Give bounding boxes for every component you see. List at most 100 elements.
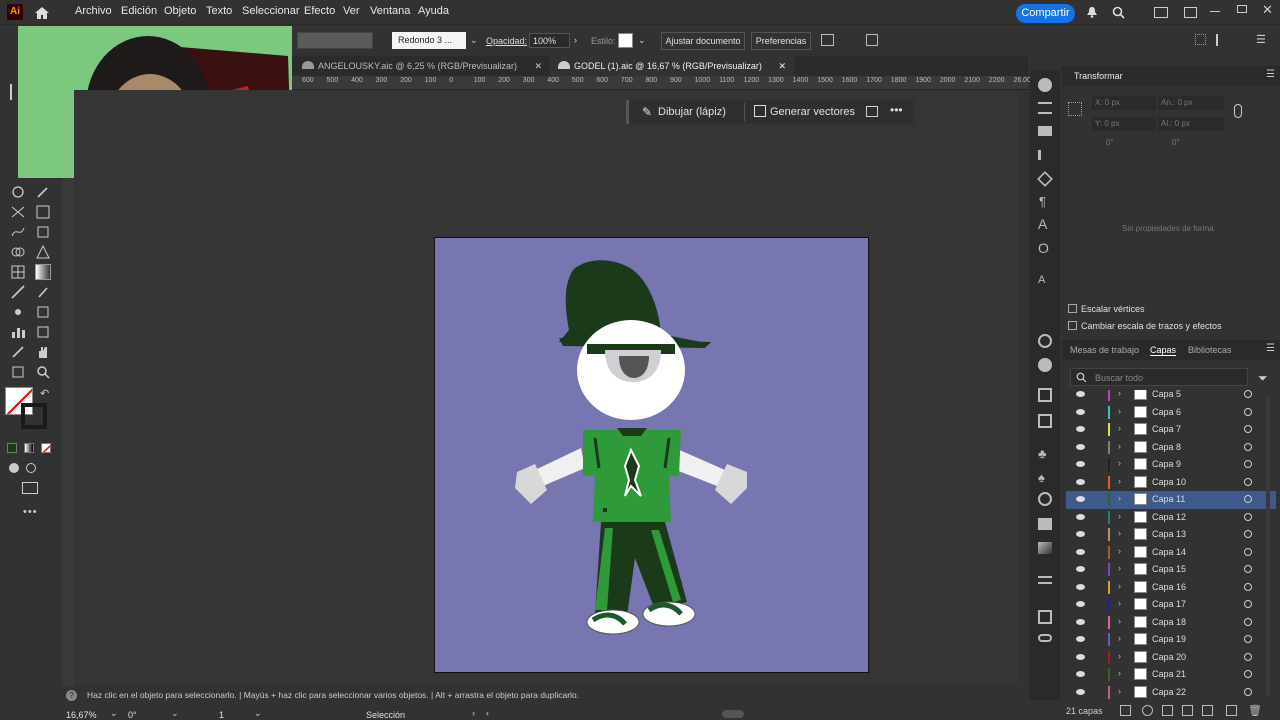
swap-colors-icon[interactable]: ↶ <box>40 387 49 400</box>
transform-icon[interactable] <box>1038 414 1052 428</box>
layer-row[interactable]: › Capa 9 <box>1066 456 1276 474</box>
3d-icon[interactable] <box>1037 171 1053 187</box>
tab-artboards[interactable]: Mesas de trabajo <box>1070 345 1139 355</box>
locate-object-icon[interactable] <box>1142 705 1153 716</box>
brushes-icon[interactable]: ♠ <box>1038 470 1045 485</box>
target-icon[interactable] <box>1244 512 1252 521</box>
color-mode-icon[interactable] <box>7 443 17 453</box>
arrange-icon[interactable] <box>821 34 834 46</box>
menu-efecto[interactable]: Efecto <box>304 5 335 17</box>
panel-menu-icon[interactable]: ☰ <box>1266 343 1275 354</box>
print-tiling-icon[interactable] <box>10 364 26 380</box>
chevron-right-icon[interactable]: › <box>1118 598 1121 608</box>
drag-handle[interactable] <box>626 100 629 124</box>
chevron-right-icon[interactable]: › <box>1118 406 1121 416</box>
glyph-icon[interactable]: O <box>1038 240 1049 256</box>
menu-ventana[interactable]: Ventana <box>370 5 410 17</box>
target-icon[interactable] <box>1244 687 1252 696</box>
appearance-icon[interactable] <box>1038 334 1052 348</box>
layer-row[interactable]: › Capa 5 <box>1066 390 1276 404</box>
target-icon[interactable] <box>1244 425 1252 433</box>
clipping-mask-icon[interactable] <box>1162 705 1173 716</box>
chevron-right-icon[interactable]: › <box>1118 511 1121 521</box>
chevron-right-icon[interactable]: › <box>1118 528 1121 538</box>
scale-corners-checkbox[interactable] <box>1068 304 1077 313</box>
menu-seleccionar[interactable]: Seleccionar <box>242 5 299 17</box>
chevron-right-icon[interactable]: › <box>1118 668 1121 678</box>
tab-layers[interactable]: Capas <box>1150 345 1177 356</box>
y-input[interactable]: Y: 0 px <box>1092 117 1156 131</box>
target-icon[interactable] <box>1244 635 1252 643</box>
eye-icon[interactable] <box>1076 688 1085 695</box>
stroke-swatch-tool[interactable] <box>21 403 47 429</box>
chevron-right-icon[interactable]: › <box>1118 546 1121 556</box>
target-icon[interactable] <box>1244 390 1252 398</box>
gradient-tool-icon[interactable] <box>35 264 51 280</box>
search-layers-input[interactable]: Buscar todo <box>1070 368 1248 386</box>
chevron-down-icon[interactable]: ⌄ <box>254 708 262 719</box>
layer-row[interactable]: › Capa 20 <box>1066 649 1276 667</box>
none-mode-icon[interactable] <box>41 443 51 453</box>
layer-row[interactable]: › Capa 16 <box>1066 579 1276 597</box>
chevron-right-icon[interactable]: › <box>1118 441 1121 451</box>
zoom-value[interactable]: 16,67% <box>66 710 97 720</box>
chevron-right-icon[interactable]: › <box>1118 493 1121 503</box>
export-layer-icon[interactable] <box>1120 705 1131 716</box>
page-value[interactable]: 1 <box>219 710 224 720</box>
target-icon[interactable] <box>1244 460 1252 468</box>
target-icon[interactable] <box>1244 600 1252 608</box>
target-icon[interactable] <box>1244 547 1252 556</box>
warp-tool-icon[interactable] <box>10 224 26 240</box>
search-icon[interactable] <box>1112 6 1125 19</box>
stroke-icon[interactable] <box>1038 576 1052 584</box>
panel-menu-icon[interactable]: ☰ <box>1266 69 1275 80</box>
eyedropper-icon[interactable] <box>35 284 51 300</box>
eye-icon[interactable] <box>1076 583 1085 590</box>
scale-tool-icon[interactable] <box>35 204 51 220</box>
menu-ver[interactable]: Ver <box>343 5 360 17</box>
eye-icon[interactable] <box>1076 566 1085 572</box>
home-icon[interactable] <box>33 4 51 22</box>
eye-icon[interactable] <box>1076 548 1085 555</box>
target-icon[interactable] <box>1244 652 1252 661</box>
artboard[interactable] <box>434 237 869 673</box>
angle-input[interactable]: 0° <box>1092 138 1154 151</box>
trash-icon[interactable]: 🗑 <box>1248 704 1262 717</box>
perspective-grid-icon[interactable] <box>35 244 51 260</box>
draw-pencil-button[interactable]: ✎ Dibujar (lápiz) <box>640 104 740 120</box>
eye-icon[interactable] <box>1076 443 1085 450</box>
bell-icon[interactable] <box>1086 6 1098 18</box>
preferences-button[interactable]: Preferencias <box>751 32 811 50</box>
layer-row[interactable]: › Capa 21 <box>1066 666 1276 684</box>
gradient-mode-icon[interactable] <box>24 443 34 453</box>
minimize-icon[interactable] <box>1210 11 1220 12</box>
paragraph-icon[interactable]: ¶ <box>1039 194 1046 209</box>
layer-row[interactable]: › Capa 14 <box>1066 544 1276 562</box>
tab-godel[interactable]: GODEL (1).aic @ 16,67 % (RGB/Previsualiz… <box>550 56 794 76</box>
mesh-tool-icon[interactable] <box>10 264 26 280</box>
eye-icon[interactable] <box>1076 496 1085 502</box>
layer-row[interactable]: › Capa 13 <box>1066 526 1276 544</box>
share-button[interactable]: Compartir <box>1016 4 1075 23</box>
eye-icon[interactable] <box>1076 513 1085 520</box>
layer-row[interactable]: › Capa 18 <box>1066 614 1276 632</box>
layer-row[interactable]: › Capa 17 <box>1066 596 1276 614</box>
target-icon[interactable] <box>1244 582 1252 591</box>
filter-icon[interactable]: ⏷ <box>1258 371 1268 386</box>
rotation-value[interactable]: 0° <box>128 710 137 720</box>
chevron-right-icon[interactable]: › <box>1118 458 1121 468</box>
chevron-right-icon[interactable]: › <box>472 708 475 718</box>
free-transform-icon[interactable] <box>35 224 51 240</box>
blend-tool-icon[interactable] <box>10 284 26 300</box>
menu-objeto[interactable]: Objeto <box>164 5 196 17</box>
menu-ayuda[interactable]: Ayuda <box>418 5 449 17</box>
screen-mode-icon[interactable] <box>22 482 38 494</box>
maximize-icon[interactable] <box>1237 5 1247 13</box>
close-tab-icon[interactable]: ✕ <box>778 56 786 76</box>
target-icon[interactable] <box>1244 617 1252 626</box>
layer-row[interactable]: › Capa 7 <box>1066 421 1276 439</box>
zoom-tool-icon[interactable] <box>35 364 51 380</box>
new-layer-icon[interactable] <box>1202 705 1213 716</box>
pen-tool-icon[interactable] <box>10 344 26 360</box>
more-tools-icon[interactable]: ••• <box>23 506 38 518</box>
